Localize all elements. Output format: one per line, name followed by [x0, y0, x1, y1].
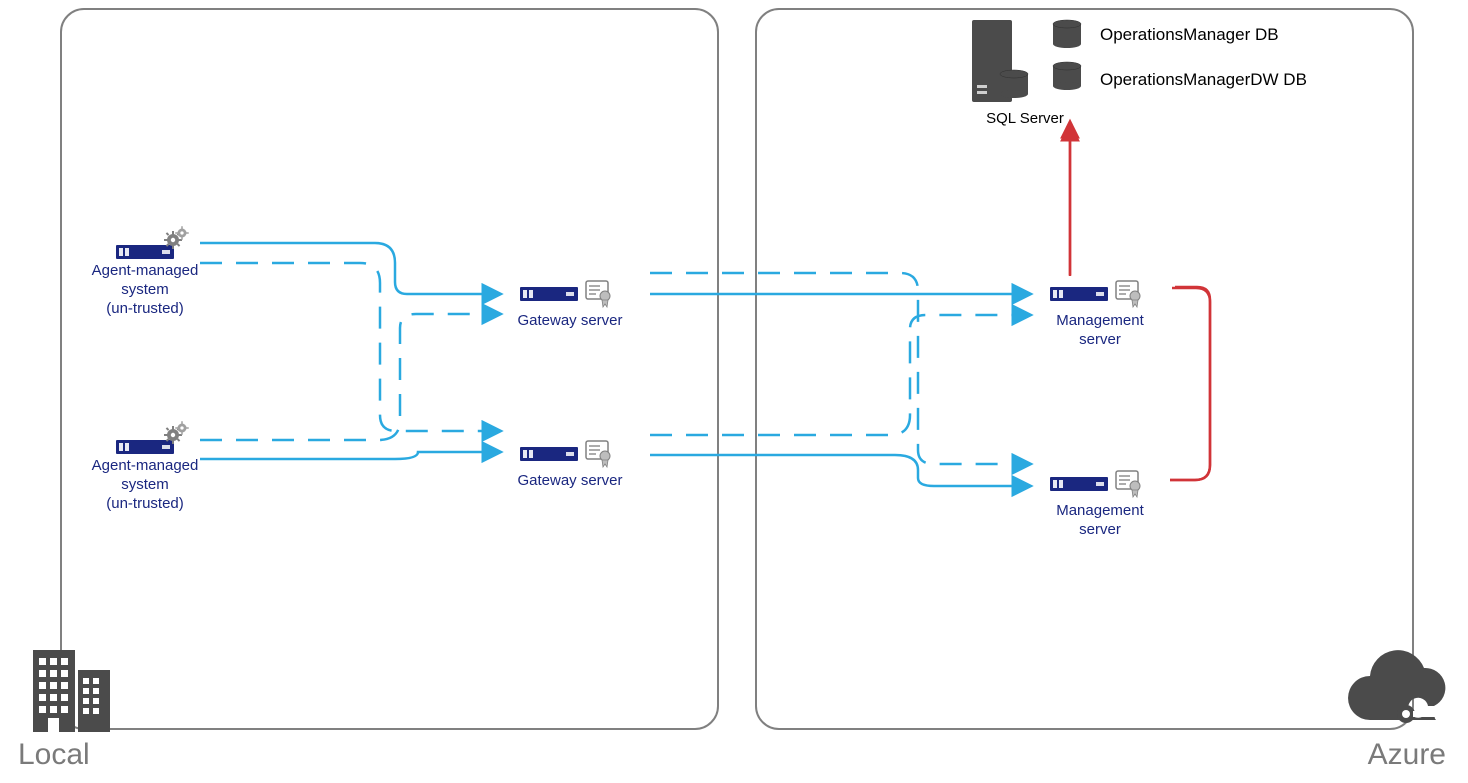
mgmt2-label: Management server [1030, 502, 1170, 540]
local-label: Local [18, 738, 90, 772]
azure-label: Azure [1368, 738, 1446, 772]
db1-label: OperationsManager DB [1100, 25, 1279, 45]
mgmt1-label: Management server [1030, 312, 1170, 350]
agent1-label: Agent-managed system (un-trusted) [80, 262, 210, 318]
gateway2-label: Gateway server [500, 472, 640, 491]
gateway1-label: Gateway server [500, 312, 640, 331]
agent2-label: Agent-managed system (un-trusted) [80, 457, 210, 513]
local-region [60, 8, 719, 730]
sql-label: SQL Server [965, 110, 1085, 129]
db2-label: OperationsManagerDW DB [1100, 70, 1307, 90]
